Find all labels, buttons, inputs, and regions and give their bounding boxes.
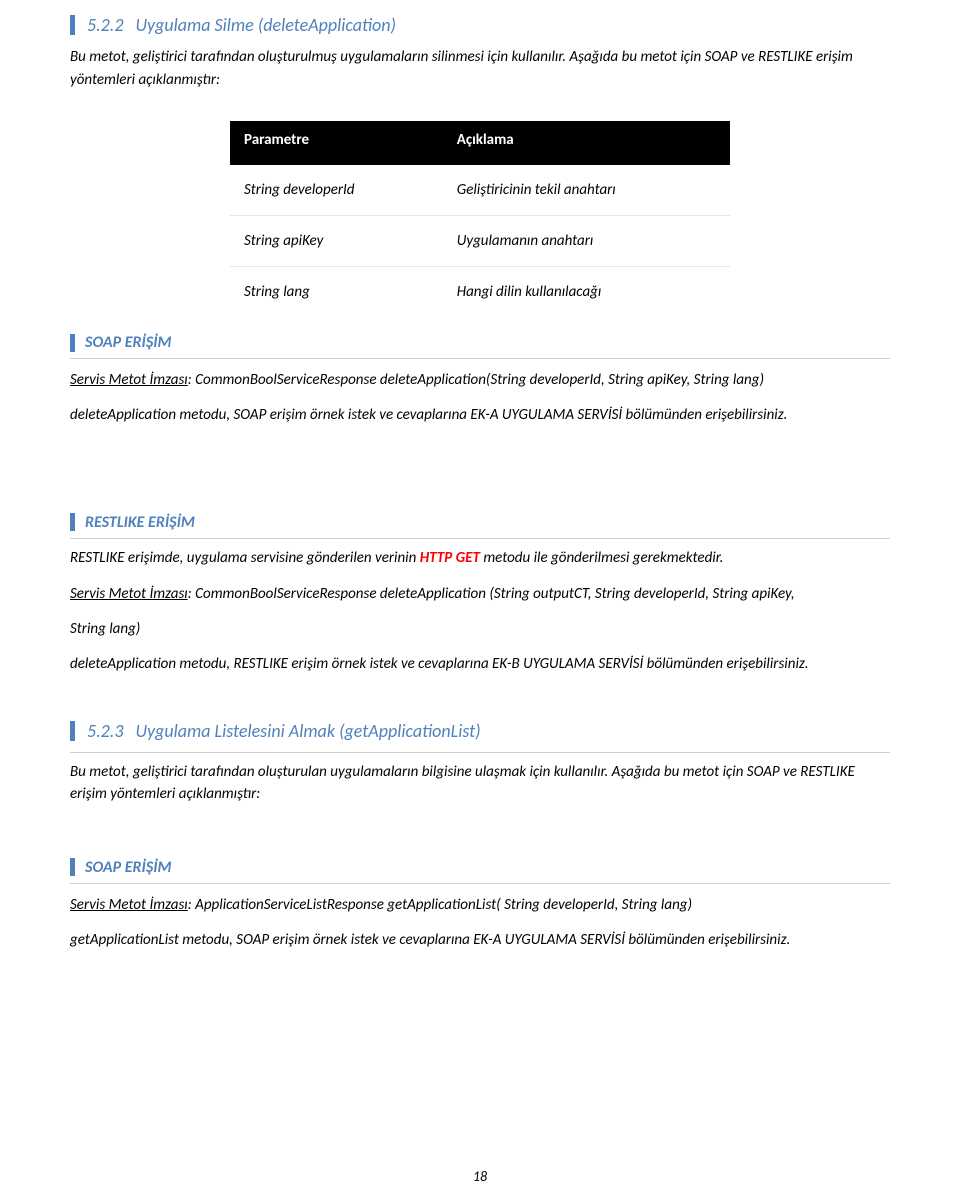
section-divider: [70, 752, 890, 753]
section-accent-bar: [70, 513, 75, 531]
param-cell: String lang: [230, 267, 443, 317]
param-cell: String apiKey: [230, 216, 443, 267]
restlike-signature-line2: String lang): [70, 616, 890, 643]
soap-section-label-2: SOAP ERİŞİM: [70, 858, 890, 877]
signature-body: : CommonBoolServiceResponse deleteApplic…: [188, 371, 764, 389]
signature-prefix: Servis Metot İmzası: [70, 585, 188, 603]
section-accent-bar: [70, 858, 75, 876]
parameters-table: Parametre Açıklama String developerId Ge…: [230, 121, 730, 317]
param-cell: String developerId: [230, 165, 443, 216]
heading-5-2-2: 5.2.2 Uygulama Silme (deleteApplication): [70, 14, 890, 36]
soap-signature-2: Servis Metot İmzası: ApplicationServiceL…: [70, 892, 890, 919]
section-intro-paragraph: Bu metot, geliştirici tarafından oluştur…: [70, 761, 890, 806]
section-intro-paragraph: Bu metot, geliştirici tarafından oluştur…: [70, 46, 890, 91]
soap-signature: Servis Metot İmzası: CommonBoolServiceRe…: [70, 367, 890, 394]
col-header-parameter: Parametre: [230, 121, 443, 165]
signature-prefix: Servis Metot İmzası: [70, 896, 188, 914]
table-row: String apiKey Uygulamanın anahtarı: [230, 216, 730, 267]
col-header-description: Açıklama: [443, 121, 730, 165]
section-divider: [70, 883, 890, 884]
spacer: [70, 688, 890, 714]
page-number: 18: [0, 1168, 960, 1185]
heading-5-2-3: 5.2.3 Uygulama Listelesini Almak (getApp…: [70, 720, 890, 742]
table-row: String lang Hangi dilin kullanılacağı: [230, 267, 730, 317]
desc-cell: Uygulamanın anahtarı: [443, 216, 730, 267]
section-accent-bar: [70, 334, 75, 352]
restlike-intro-pre: RESTLIKE erişimde, uygulama servisine gö…: [70, 549, 420, 567]
table-header-row: Parametre Açıklama: [230, 121, 730, 165]
section-divider: [70, 358, 890, 359]
soap-label-text: SOAP ERİŞİM: [85, 333, 172, 352]
table-row: String developerId Geliştiricinin tekil …: [230, 165, 730, 216]
document-page: 5.2.2 Uygulama Silme (deleteApplication)…: [0, 0, 960, 1201]
restlike-label-text: RESTLIKE ERİŞİM: [85, 513, 195, 532]
heading-accent-bar: [70, 15, 75, 35]
soap-note: deleteApplication metodu, SOAP erişim ör…: [70, 404, 890, 427]
heading-title: Uygulama Silme (deleteApplication): [135, 14, 396, 36]
restlike-note: deleteApplication metodu, RESTLIKE erişi…: [70, 653, 890, 676]
soap-note-2: getApplicationList metodu, SOAP erişim ö…: [70, 929, 890, 952]
heading-number: 5.2.3: [87, 720, 123, 742]
restlike-section-label: RESTLIKE ERİŞİM: [70, 513, 890, 532]
http-get-keyword: HTTP GET: [420, 549, 480, 567]
signature-prefix: Servis Metot İmzası: [70, 371, 188, 389]
signature-body-line1: : CommonBoolServiceResponse deleteApplic…: [188, 585, 795, 603]
heading-title: Uygulama Listelesini Almak (getApplicati…: [135, 720, 480, 742]
desc-cell: Geliştiricinin tekil anahtarı: [443, 165, 730, 216]
spacer: [70, 439, 890, 499]
signature-body: : ApplicationServiceListResponse getAppl…: [188, 896, 692, 914]
heading-number: 5.2.2: [87, 14, 123, 36]
restlike-signature: Servis Metot İmzası: CommonBoolServiceRe…: [70, 581, 890, 608]
soap-label-text: SOAP ERİŞİM: [85, 858, 172, 877]
spacer: [70, 818, 890, 844]
heading-accent-bar: [70, 721, 75, 741]
restlike-intro: RESTLIKE erişimde, uygulama servisine gö…: [70, 547, 890, 570]
soap-section-label: SOAP ERİŞİM: [70, 333, 890, 352]
desc-cell: Hangi dilin kullanılacağı: [443, 267, 730, 317]
section-divider: [70, 538, 890, 539]
restlike-intro-post: metodu ile gönderilmesi gerekmektedir.: [480, 549, 724, 567]
